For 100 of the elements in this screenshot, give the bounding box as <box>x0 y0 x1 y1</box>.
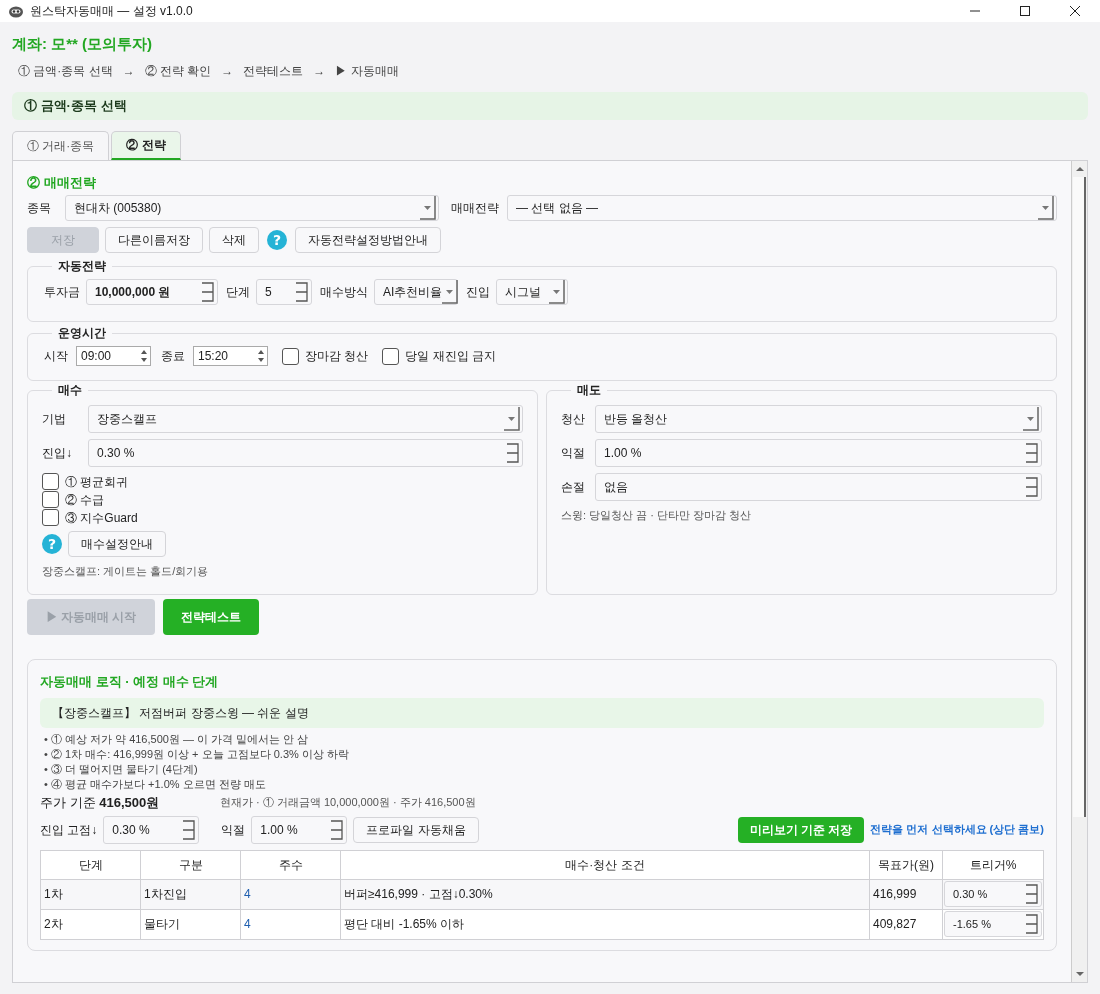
dropdown-caret-icon <box>1023 407 1039 431</box>
checkbox-option[interactable]: ① 평균회귀 <box>42 472 523 491</box>
price-label: 주가 기준 416,500원 <box>40 793 161 812</box>
field-label: 진입 <box>466 284 490 301</box>
field-label: 매매전략 <box>451 200 499 217</box>
table-cell: 물타기 <box>140 909 241 939</box>
checkbox-option[interactable]: 당일 재진입 금지 <box>382 347 496 365</box>
dropdown-caret-icon <box>442 280 459 304</box>
column-header: 매수·청산 조건 <box>340 850 870 879</box>
button[interactable]: 삭제 <box>209 227 259 253</box>
bullet-text: • ④ 평균 매수가보다 +1.0% 오르면 전량 매도 <box>44 776 267 792</box>
field-label: 단계 <box>226 284 250 301</box>
close-icon <box>1069 5 1081 17</box>
group-title: 운영시간 <box>57 325 107 342</box>
time-field[interactable]: 09:00 <box>76 346 151 366</box>
dropdown[interactable]: 반등 올청산 <box>595 405 1042 433</box>
spin-box[interactable]: 1.00 % <box>251 815 348 844</box>
table-cell: 1차진입 <box>140 879 241 909</box>
spin-box[interactable]: 1.00 % <box>595 439 1042 467</box>
stepper-icon <box>1025 476 1039 498</box>
column-header: 트리거% <box>942 850 1044 879</box>
checkbox-option[interactable]: ③ 지수Guard <box>42 508 523 527</box>
spin-box[interactable]: 5 <box>256 279 312 305</box>
tab[interactable]: ① 거래·종목 <box>12 131 110 160</box>
spin-box[interactable]: 0.30 % <box>103 815 200 844</box>
stepper-icon <box>1025 913 1039 935</box>
button[interactable]: 자동전략설정방법안내 <box>295 227 441 253</box>
table-cell: 409,827 <box>869 909 943 939</box>
table-cell: 416,999 <box>869 879 943 909</box>
checkbox[interactable] <box>42 491 59 508</box>
checkbox[interactable] <box>42 509 59 526</box>
field-label: 손절 <box>561 479 586 496</box>
spin-box[interactable]: 10,000,000 원 <box>86 279 218 305</box>
window-title: 원스탁자동매매 — 설정 v1.0.0 <box>30 3 193 20</box>
dropdown-caret-icon <box>420 196 436 220</box>
field-label: 진입 고점↓ <box>40 821 98 839</box>
dropdown[interactable]: 시그널 <box>496 279 568 305</box>
button[interactable]: 매수설정안내 <box>68 531 166 557</box>
trigger-spin-box[interactable]: 0.30 % <box>944 881 1042 907</box>
summary-banner: 【장중스캘프】 저점버퍼 장중스윙 — 쉬운 설명 <box>40 697 1044 728</box>
field-label: 진입↓ <box>42 445 73 462</box>
table-cell: 평단 대비 -1.65% 이하 <box>340 909 870 939</box>
dropdown-caret-icon <box>504 407 520 431</box>
stepper-icon <box>1025 883 1039 905</box>
table-cell: 4 <box>240 909 341 939</box>
breadcrumb-step: ▶ 자동매매 <box>335 62 399 80</box>
spin-box[interactable]: 없음 <box>595 473 1042 501</box>
column-header: 주수 <box>240 850 341 879</box>
stepper-icon <box>295 281 309 303</box>
field-label: 투자금 <box>44 284 80 301</box>
maximize-icon <box>1019 5 1031 17</box>
checkbox-option[interactable]: ② 수급 <box>42 490 523 509</box>
scroll-thumb[interactable] <box>1073 177 1086 817</box>
step-banner: ① 금액·종목 선택 <box>12 92 1088 120</box>
column-header: 구분 <box>140 850 241 879</box>
table-cell: 4 <box>240 879 341 909</box>
bullet-text: • ② 1차 매수: 416,999원 이상 + 오늘 고점보다 0.3% 이상 하락 <box>44 746 350 762</box>
stepper-icon <box>506 442 520 464</box>
checkbox[interactable] <box>382 347 400 365</box>
bullet-text: • ① 예상 저가 약 416,500원 — 이 가격 밑에서는 안 삼 <box>44 731 310 747</box>
group-title: 자동전략 <box>57 258 107 275</box>
note-text: 장중스캘프: 게이트는 홀드/회기용 <box>42 564 210 579</box>
stepper-icon <box>1025 442 1039 464</box>
note-text: 스윙: 당일청산 끔 · 단타만 장마감 청산 <box>561 508 753 523</box>
field-label: 익절 <box>561 445 586 462</box>
group-title: 매도 <box>576 382 602 399</box>
table-cell: 버퍼≥416,999 · 고점↓0.30% <box>340 879 870 909</box>
account-label: 계좌: 모** (모의투자) <box>12 34 153 54</box>
tab[interactable]: ② 전략 <box>111 131 181 160</box>
stepper-icon <box>330 818 345 841</box>
field-label: 시작 <box>44 348 68 365</box>
breadcrumb-step: → <box>313 62 326 80</box>
stepper-icon <box>201 281 215 303</box>
breadcrumb-step: ② 전략 확인 <box>144 62 212 80</box>
strategy-dropdown[interactable]: — 선택 없음 — <box>507 195 1057 221</box>
button[interactable]: 프로파일 자동채움 <box>353 816 479 843</box>
price-info: 현재가 · ① 거래금액 10,000,000원 · 주가 416,500원 <box>220 795 476 811</box>
button[interactable]: 다른이름저장 <box>105 227 203 253</box>
dropdown-caret-icon <box>549 280 565 304</box>
dropdown[interactable]: 장중스캘프 <box>88 405 523 433</box>
breadcrumb-step: ① 금액·종목 선택 <box>18 62 113 80</box>
column-header: 목표가(원) <box>869 850 943 879</box>
stock-dropdown[interactable]: 현대차 (005380) <box>65 195 439 221</box>
dropdown[interactable]: AI추천비율 <box>374 279 458 305</box>
checkbox[interactable] <box>282 347 299 365</box>
trigger-spin-box[interactable]: -1.65 % <box>944 911 1042 937</box>
checkbox[interactable] <box>42 473 59 490</box>
field-label: 매수방식 <box>320 284 368 301</box>
field-label: 청산 <box>561 411 586 428</box>
table-cell: 2차 <box>40 909 141 939</box>
bullet-text: • ③ 더 떨어지면 물타기 (4단계) <box>44 761 199 777</box>
field-label: 종료 <box>161 348 185 365</box>
time-field[interactable]: 15:20 <box>193 346 268 366</box>
checkbox-option[interactable]: 장마감 청산 <box>282 347 369 365</box>
column-header: 단계 <box>40 850 141 879</box>
field-label: 익절 <box>221 821 246 839</box>
scrollbar[interactable] <box>1071 161 1087 982</box>
dropdown-caret-icon <box>1038 196 1054 220</box>
section-title: ② 매매전략 <box>27 174 97 192</box>
spin-box[interactable]: 0.30 % <box>88 439 523 467</box>
